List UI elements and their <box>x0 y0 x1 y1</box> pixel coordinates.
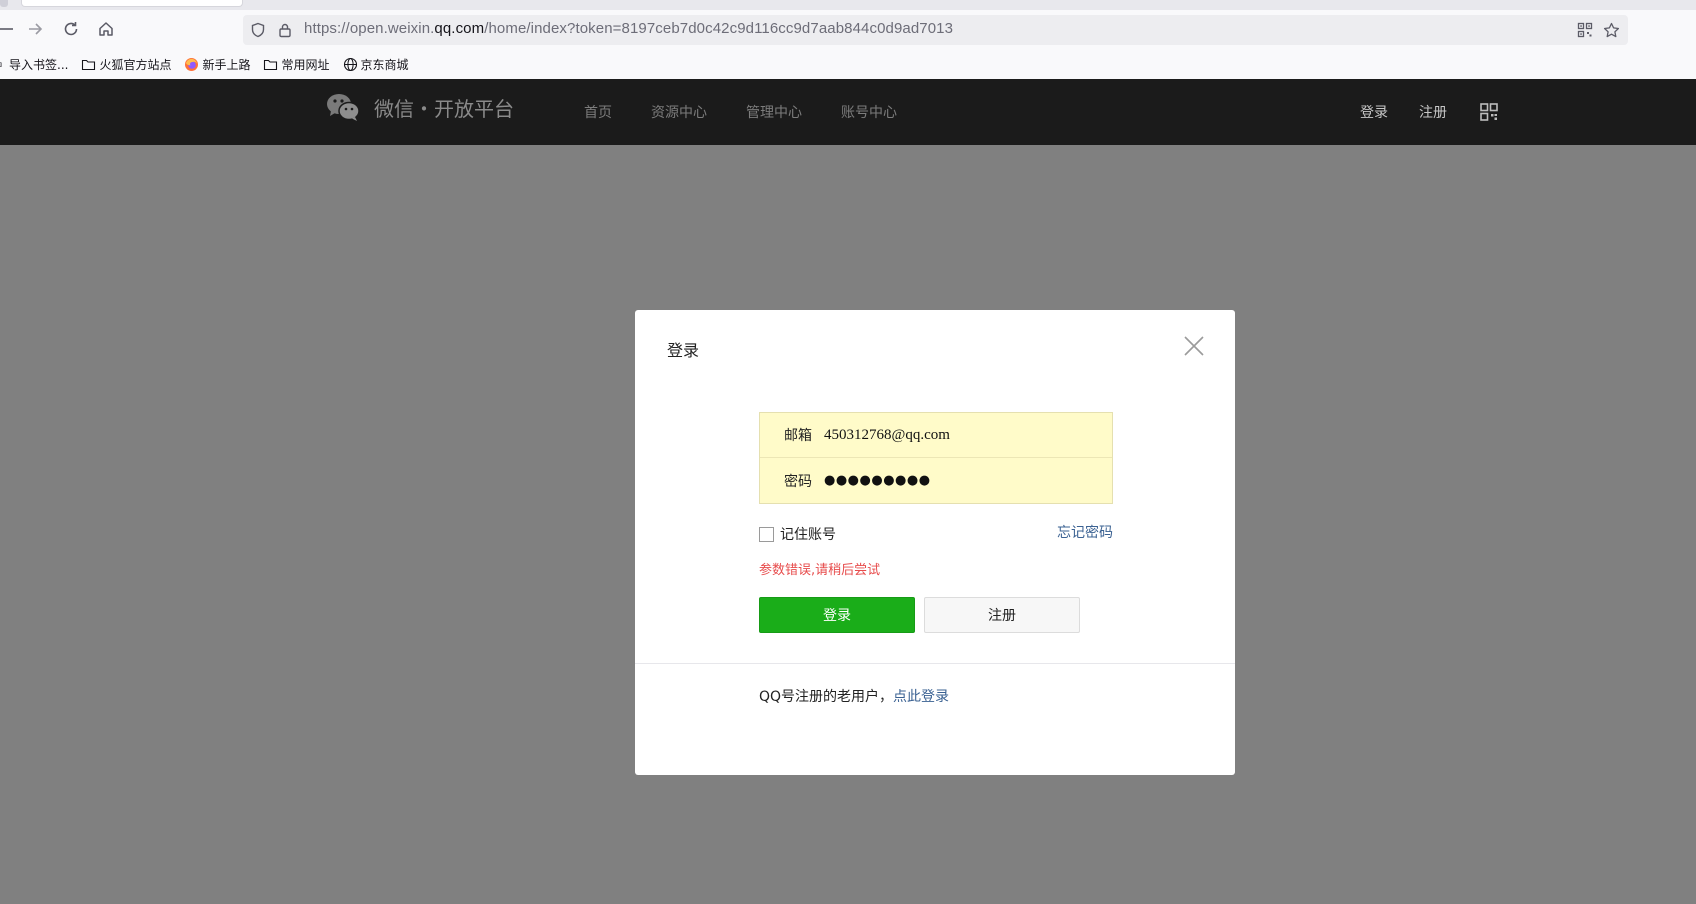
password-label: 密码 <box>784 473 812 490</box>
back-button[interactable] <box>0 17 18 41</box>
bookmark-star-icon[interactable] <box>1602 21 1620 39</box>
import-icon <box>0 61 2 67</box>
tab-strip <box>0 0 1696 10</box>
qr-code-icon[interactable] <box>1576 21 1594 39</box>
url-path: /home/index?token=8197ceb7d0c42c9d116cc9… <box>484 20 954 37</box>
reload-icon <box>64 22 78 36</box>
bookmark-label: 新手上路 <box>202 57 251 72</box>
email-row[interactable]: 邮箱 450312768@qq.com <box>760 413 1112 458</box>
nav-item-account[interactable]: 账号中心 <box>841 102 897 122</box>
shield-icon[interactable] <box>249 21 267 39</box>
wechat-logo-icon <box>327 94 360 121</box>
bookmark-import[interactable]: 导入书签... <box>0 56 68 73</box>
login-button[interactable]: 登录 <box>759 597 915 633</box>
nav-item-home[interactable]: 首页 <box>584 102 612 122</box>
bookmark-label: 火狐官方站点 <box>99 57 172 72</box>
tab-active[interactable] <box>21 0 243 7</box>
reload-button[interactable] <box>59 17 83 41</box>
forward-arrow-icon <box>29 23 43 35</box>
qq-login-link[interactable]: 点此登录 <box>893 689 949 705</box>
bookmark-label: 导入书签... <box>9 57 69 72</box>
bookmark-firefox-site[interactable]: 火狐官方站点 <box>81 56 171 73</box>
lock-icon[interactable] <box>276 21 294 39</box>
top-nav: 首页 资源中心 管理中心 账号中心 <box>584 102 936 122</box>
remember-checkbox[interactable] <box>759 526 774 542</box>
home-icon <box>99 22 113 36</box>
site-header: 微信・开放平台 首页 资源中心 管理中心 账号中心 登录 注册 <box>0 79 1696 145</box>
nav-item-management[interactable]: 管理中心 <box>746 102 802 122</box>
login-dialog: 登录 邮箱 450312768@qq.com 密码 ●●●●●●●●● 记住账号… <box>635 310 1235 775</box>
password-row[interactable]: 密码 ●●●●●●●●● <box>760 458 1112 503</box>
folder-icon <box>264 59 278 70</box>
register-button[interactable]: 注册 <box>924 597 1080 633</box>
qq-prompt-text: QQ号注册的老用户， <box>759 689 894 705</box>
back-arrow-icon <box>0 28 13 30</box>
close-icon[interactable] <box>1183 335 1205 357</box>
browser-chrome: https://open.weixin.qq.com/home/index?to… <box>0 0 1696 79</box>
header-qr-icon[interactable] <box>1480 103 1498 121</box>
firefox-icon <box>185 57 199 71</box>
forward-button[interactable] <box>23 17 47 41</box>
remember-label: 记住账号 <box>780 527 836 543</box>
url-host: qq.com <box>434 20 485 37</box>
url-prefix: https://open.weixin. <box>304 20 435 37</box>
site-logo[interactable]: 微信・开放平台 <box>325 92 514 122</box>
error-message: 参数错误,请稍后尝试 <box>759 563 881 578</box>
qq-login-prompt: QQ号注册的老用户，点此登录 <box>759 686 949 706</box>
bookmark-jd[interactable]: 京东商城 <box>343 56 409 73</box>
remember-account[interactable]: 记住账号 <box>759 524 836 544</box>
bookmark-label: 京东商城 <box>360 57 409 72</box>
bookmark-label: 常用网址 <box>281 57 330 72</box>
folder-icon <box>82 59 96 70</box>
tab-previous[interactable] <box>0 0 8 7</box>
dialog-title: 登录 <box>667 341 700 360</box>
bookmark-getting-started[interactable]: 新手上路 <box>184 56 250 73</box>
dialog-divider <box>635 663 1235 664</box>
address-bar[interactable]: https://open.weixin.qq.com/home/index?to… <box>243 15 1628 45</box>
login-form: 邮箱 450312768@qq.com 密码 ●●●●●●●●● <box>759 412 1113 504</box>
header-login-link[interactable]: 登录 <box>1360 102 1388 122</box>
logo-text: 微信・开放平台 <box>374 96 514 121</box>
header-register-link[interactable]: 注册 <box>1419 102 1447 122</box>
forgot-password-link[interactable]: 忘记密码 <box>1057 522 1113 542</box>
url-text[interactable]: https://open.weixin.qq.com/home/index?to… <box>304 20 953 37</box>
bookmark-common-sites[interactable]: 常用网址 <box>263 56 330 73</box>
home-button[interactable] <box>94 17 118 41</box>
nav-item-resources[interactable]: 资源中心 <box>651 102 707 122</box>
email-label: 邮箱 <box>784 428 812 444</box>
globe-icon <box>343 57 357 71</box>
bookmarks-toolbar: 导入书签... 火狐官方站点 新手上路 常用网址 京东商城 <box>0 52 422 76</box>
password-field[interactable]: ●●●●●●●●● <box>824 473 931 488</box>
email-field[interactable]: 450312768@qq.com <box>824 427 950 444</box>
